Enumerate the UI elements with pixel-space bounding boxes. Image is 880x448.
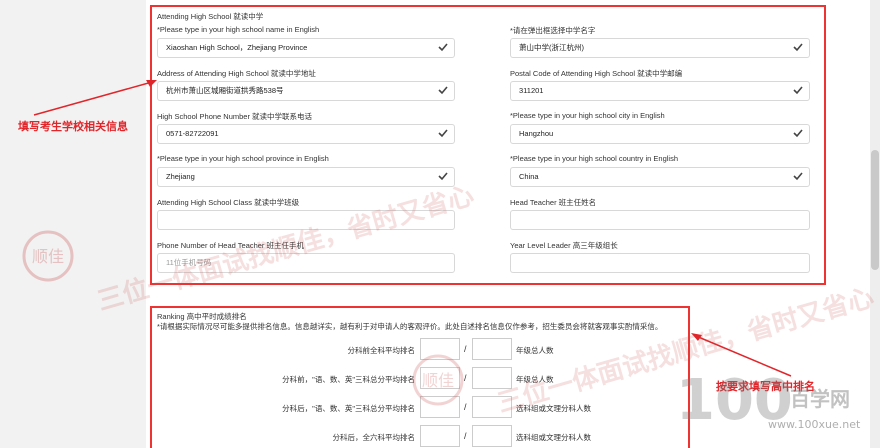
- watermark-seal-icon: 顺佳: [22, 230, 74, 282]
- rank-slash: /: [464, 431, 467, 441]
- field-label: High School Phone Number 就读中学联系电话: [157, 112, 313, 121]
- check-icon: [438, 43, 448, 52]
- field-value: 0571-82722091: [166, 129, 219, 138]
- ranking-row-tail: 年级总人数: [516, 346, 554, 355]
- field-label: Address of Attending High School 就读中学地址: [157, 69, 316, 78]
- field-input[interactable]: China: [510, 167, 810, 187]
- field-input[interactable]: 萧山中学(浙江杭州): [510, 38, 810, 58]
- field-input[interactable]: Xiaoshan High School，Zhejiang Province: [157, 38, 455, 58]
- field-label: Attending High School Class 就读中学班级: [157, 198, 300, 207]
- check-icon: [793, 172, 803, 181]
- field-label: *Please type in your high school country…: [510, 154, 679, 163]
- field-input[interactable]: 杭州市萧山区城厢街道拱秀路538号: [157, 81, 455, 101]
- check-icon: [793, 129, 803, 138]
- check-icon: [438, 129, 448, 138]
- field-value: Xiaoshan High School，Zhejiang Province: [166, 43, 308, 52]
- field-value: 杭州市萧山区城厢街道拱秀路538号: [166, 86, 284, 95]
- field-value: Zhejiang: [166, 172, 195, 181]
- field-input[interactable]: 0571-82722091: [157, 124, 455, 144]
- field-input[interactable]: [510, 253, 810, 273]
- field-value: China: [519, 172, 539, 181]
- field-input[interactable]: Zhejiang: [157, 167, 455, 187]
- ranking-row-tail: 选科组或文理分科人数: [516, 433, 591, 442]
- check-icon: [793, 86, 803, 95]
- rank-input[interactable]: [420, 425, 460, 447]
- ranking-row-label: 分科后，"语、数、英"三科总分平均排名: [282, 404, 415, 413]
- school-section-title: Attending High School 就读中学: [157, 12, 264, 21]
- field-label: Year Level Leader 高三年级组长: [510, 241, 618, 250]
- watermark-brand-url: www.100xue.net: [768, 418, 861, 431]
- check-icon: [438, 172, 448, 181]
- field-value: Hangzhou: [519, 129, 554, 138]
- ranking-row-label: 分科前，"语、数、英"三科总分平均排名: [282, 375, 415, 384]
- ranking-note: *请根据实际情况尽可能多提供排名信息。信息越详实，越有利于对申请人的客观评价。此…: [157, 322, 663, 331]
- annotation-arrow-left: [33, 80, 157, 116]
- field-input[interactable]: [510, 210, 810, 230]
- scrollbar[interactable]: [870, 0, 880, 448]
- total-input[interactable]: [472, 425, 512, 447]
- watermark-brand-name: 百学网: [790, 387, 850, 411]
- check-icon: [438, 86, 448, 95]
- field-label: *Please type in your high school provinc…: [157, 154, 329, 163]
- scrollbar-thumb[interactable]: [871, 150, 879, 270]
- total-input[interactable]: [472, 338, 512, 360]
- ranking-row-label: 分科后，全六科平均排名: [332, 433, 416, 442]
- check-icon: [793, 43, 803, 52]
- field-input[interactable]: 311201: [510, 81, 810, 101]
- svg-text:顺佳: 顺佳: [32, 247, 64, 266]
- watermark-seal-icon-2: 顺佳: [412, 354, 464, 406]
- field-value: 萧山中学(浙江杭州): [519, 43, 584, 52]
- field-label: Head Teacher 班主任姓名: [510, 198, 597, 207]
- field-label: *Please type in your high school name in…: [157, 25, 320, 34]
- svg-text:顺佳: 顺佳: [422, 371, 454, 390]
- field-label: Postal Code of Attending High School 就读中…: [510, 69, 683, 78]
- field-label: *请在弹出框选择中学名字: [510, 26, 596, 35]
- field-input[interactable]: Hangzhou: [510, 124, 810, 144]
- field-label: *Please type in your high school city in…: [510, 111, 665, 120]
- ranking-row-label: 分科前全科平均排名: [347, 346, 416, 355]
- field-value: 311201: [519, 86, 544, 95]
